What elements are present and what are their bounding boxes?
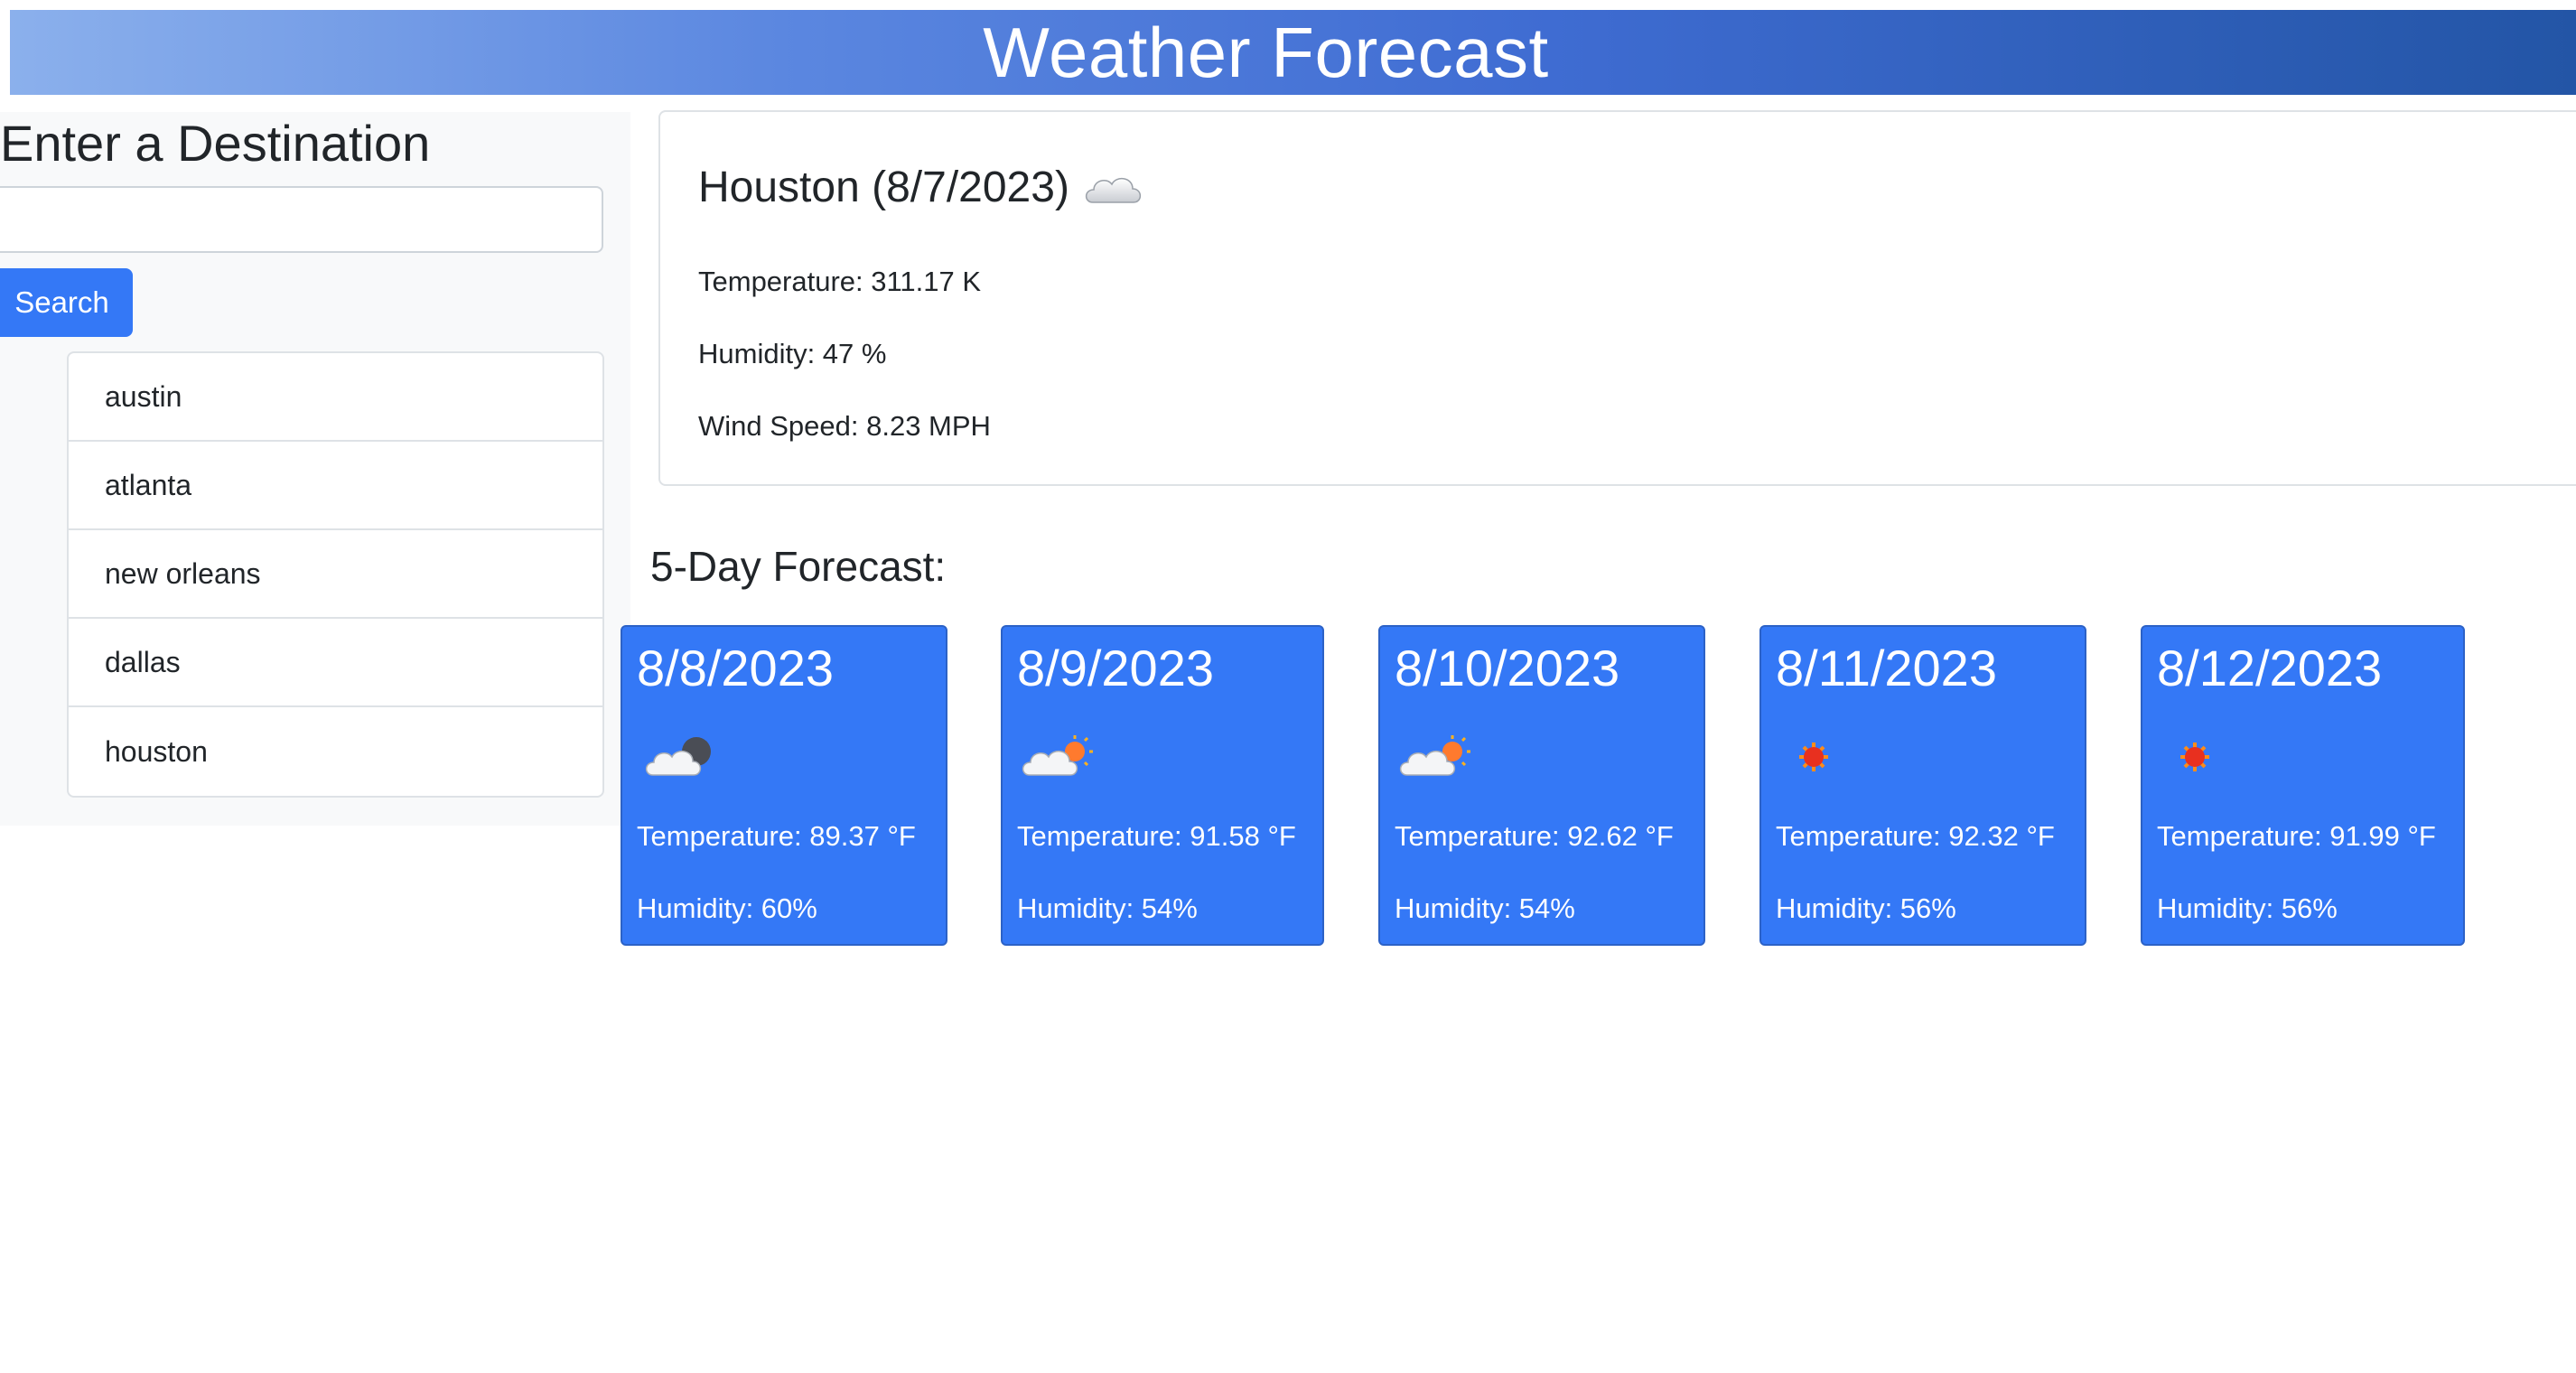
sidebar-heading: Enter a Destination	[0, 115, 431, 172]
history-item-austin[interactable]: austin	[69, 353, 602, 442]
forecast-date: 8/11/2023	[1776, 640, 1997, 696]
forecast-card: 8/11/2023 Temperature: 92.32 °F Humidity…	[1759, 625, 2086, 946]
search-sidebar: Enter a Destination Search austin atlant…	[0, 112, 630, 826]
forecast-card: 8/8/2023 Temperature: 89.37 °F Humidity:…	[621, 625, 947, 946]
forecast-card: 8/9/2023 Temperature: 91.58 °F Humidity:…	[1001, 625, 1324, 946]
history-item-atlanta[interactable]: atlanta	[69, 442, 602, 530]
current-wind-speed: Wind Speed: 8.23 MPH	[698, 410, 991, 442]
search-input[interactable]	[0, 186, 603, 253]
forecast-date: 8/9/2023	[1017, 640, 1214, 696]
forecast-date: 8/12/2023	[2157, 640, 2383, 696]
forecast-temperature: Temperature: 92.32 °F	[1776, 820, 2055, 852]
forecast-date: 8/10/2023	[1395, 640, 1620, 696]
history-item-dallas[interactable]: dallas	[69, 619, 602, 707]
forecast-humidity: Humidity: 54%	[1017, 892, 1198, 924]
forecast-temperature: Temperature: 91.99 °F	[2157, 820, 2436, 852]
cloud-moon-icon	[645, 737, 711, 776]
cloud-sun-icon	[1399, 735, 1470, 776]
cloud-sun-icon	[1022, 735, 1093, 776]
forecast-temperature: Temperature: 92.62 °F	[1395, 820, 1674, 852]
history-item-houston[interactable]: houston	[69, 707, 602, 796]
history-item-new-orleans[interactable]: new orleans	[69, 530, 602, 619]
search-history-list: austin atlanta new orleans dallas housto…	[67, 351, 604, 798]
sun-icon	[1799, 743, 1828, 771]
forecast-temperature: Temperature: 89.37 °F	[637, 820, 916, 852]
cloud-icon	[1085, 177, 1142, 203]
forecast-card: 8/10/2023 Temperature: 92.62 °F Humidity…	[1378, 625, 1705, 946]
forecast-date: 8/8/2023	[637, 640, 834, 696]
sun-icon	[2180, 743, 2209, 771]
forecast-humidity: Humidity: 54%	[1395, 892, 1575, 924]
forecast-humidity: Humidity: 60%	[637, 892, 817, 924]
search-button[interactable]: Search	[0, 268, 133, 337]
page-header: Weather Forecast	[10, 10, 2576, 95]
forecast-temperature: Temperature: 91.58 °F	[1017, 820, 1296, 852]
forecast-heading: 5-Day Forecast:	[650, 543, 947, 590]
page-title: Weather Forecast	[983, 12, 1549, 92]
current-temperature: Temperature: 311.17 K	[698, 266, 982, 297]
forecast-humidity: Humidity: 56%	[1776, 892, 1956, 924]
forecast-humidity: Humidity: 56%	[2157, 892, 2338, 924]
current-humidity: Humidity: 47 %	[698, 338, 887, 369]
current-weather-title: Houston (8/7/2023)	[698, 163, 1069, 211]
forecast-card: 8/12/2023 Temperature: 91.99 °F Humidity…	[2141, 625, 2465, 946]
current-weather-card: Houston (8/7/2023) Temperature: 311.17 K…	[658, 110, 2576, 486]
